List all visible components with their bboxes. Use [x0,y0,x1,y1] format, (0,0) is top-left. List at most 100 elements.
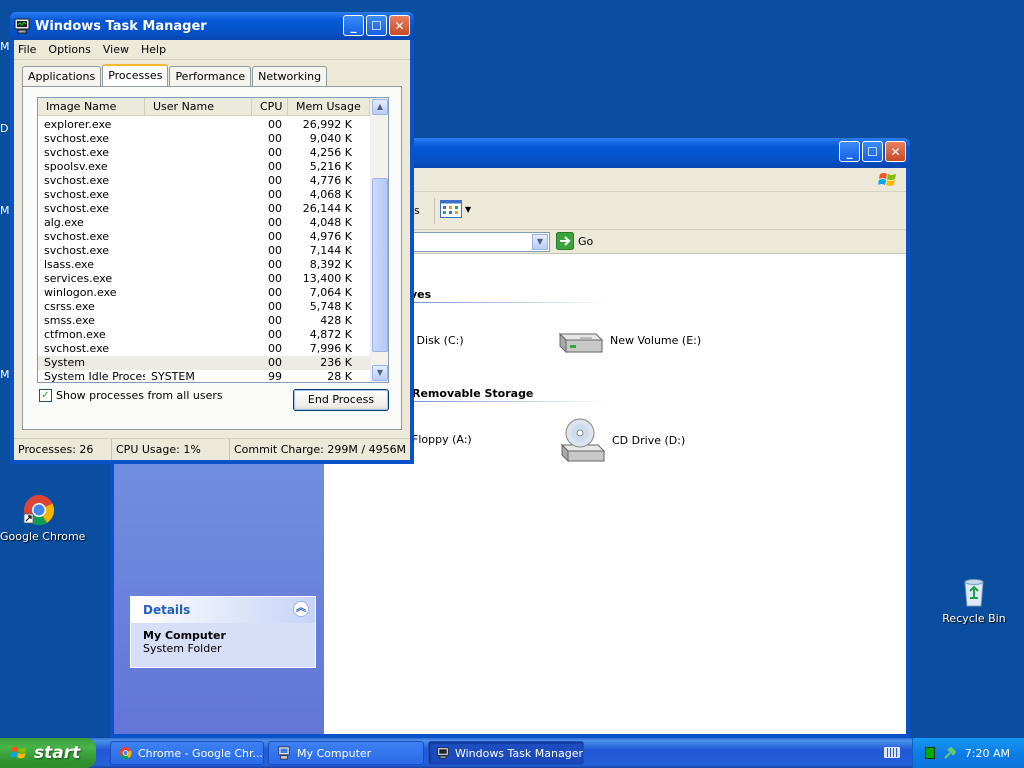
process-cpu: 00 [268,286,282,299]
taskbar-button-my-computer[interactable]: My Computer [268,741,424,765]
group-heading-removable: Removable Storage [412,387,534,400]
table-row[interactable]: winlogon.exe 00 7,064 K [38,286,370,300]
taskbar-button-chrome[interactable]: Chrome - Google Chr... [110,741,264,765]
table-row[interactable]: System Idle Process SYSTEM 99 28 K [38,370,370,383]
show-all-users-checkbox[interactable]: ✓ [39,389,52,402]
task-manager-icon [437,747,449,759]
taskbar-button-task-manager[interactable]: Windows Task Manager [428,741,584,765]
minimize-button[interactable]: _ [839,141,860,162]
process-user-name [145,146,252,160]
hard-drive-icon [558,332,604,354]
drive-a[interactable]: Floppy (A:) [412,433,472,446]
close-button[interactable]: ✕ [885,141,906,162]
process-cpu: 00 [268,300,282,313]
tab-networking[interactable]: Networking [252,66,328,86]
table-row[interactable]: spoolsv.exe 00 5,216 K [38,160,370,174]
process-user-name: SYSTEM [151,370,195,383]
details-header[interactable]: Details ︽ [131,597,315,623]
process-cpu: 00 [268,160,282,173]
table-row[interactable]: csrss.exe 00 5,748 K [38,300,370,314]
end-process-button[interactable]: End Process [293,389,389,411]
table-row[interactable]: svchost.exe 00 26,144 K [38,202,370,216]
table-row[interactable]: svchost.exe 00 4,256 K [38,146,370,160]
collapse-chevron-icon[interactable]: ︽ [293,601,309,617]
scroll-up-arrow-icon[interactable]: ▲ [372,99,388,115]
tab-processes[interactable]: Processes [102,64,169,86]
process-user-name [145,202,252,216]
column-header-mem-usage[interactable]: Mem Usage [288,98,370,116]
table-row[interactable]: svchost.exe 00 4,068 K [38,188,370,202]
my-computer-icon [278,746,290,760]
process-mem-usage: 26,144 K [302,202,352,215]
process-mem-usage: 428 K [320,314,352,327]
table-row[interactable]: System 00 236 K [38,356,370,370]
process-user-name [145,216,252,230]
table-row[interactable]: svchost.exe 00 9,040 K [38,132,370,146]
table-row[interactable]: smss.exe 00 428 K [38,314,370,328]
process-user-name [145,300,252,314]
status-processes: Processes: 26 [14,439,112,460]
drive-d-label: CD Drive (D:) [612,433,686,447]
dropdown-arrow-icon: ▼ [465,204,472,214]
taskbar-button-label: My Computer [297,746,372,760]
column-header-user-name[interactable]: User Name [145,98,252,116]
table-row[interactable]: lsass.exe 00 8,392 K [38,258,370,272]
close-button[interactable]: ✕ [389,15,410,36]
start-button[interactable]: start [0,738,96,768]
cpu-meter-icon[interactable] [924,747,935,759]
chrome-icon [23,495,55,526]
taskbar: start Chrome - Google Chr... My Computer… [0,738,1024,768]
menu-view[interactable]: View [103,43,129,56]
process-mem-usage: 7,064 K [309,286,352,299]
process-image-name: alg.exe [44,216,84,229]
drive-d[interactable]: CD Drive (D:) [558,417,685,463]
drive-e[interactable]: New Volume (E:) [556,326,701,354]
group-divider [410,401,610,402]
system-tray: 7:20 AM [912,738,1024,768]
toolbar-divider [434,198,435,224]
table-row[interactable]: services.exe 00 13,400 K [38,272,370,286]
column-header-cpu[interactable]: CPU [252,98,288,116]
desktop-icon-recycle-bin[interactable]: Recycle Bin [936,576,1012,625]
drive-c[interactable]: l Disk (C:) [410,334,464,347]
table-row[interactable]: svchost.exe 00 7,996 K [38,342,370,356]
table-row[interactable]: svchost.exe 00 4,776 K [38,174,370,188]
tab-applications[interactable]: Applications [22,66,102,86]
start-label: start [34,743,81,763]
table-row[interactable]: svchost.exe 00 7,144 K [38,244,370,258]
table-row[interactable]: svchost.exe 00 4,976 K [38,230,370,244]
column-header-image-name[interactable]: Image Name [38,98,145,116]
menu-options[interactable]: Options [48,43,90,56]
maximize-button[interactable]: ☐ [366,15,387,36]
safely-remove-hardware-icon[interactable] [943,746,957,760]
maximize-button[interactable]: ☐ [862,141,883,162]
group-divider [410,302,610,303]
keyboard-icon[interactable] [884,747,900,758]
windows-logo-icon [10,746,27,759]
table-row[interactable]: explorer.exe 00 26,992 K [38,118,370,132]
process-mem-usage: 4,872 K [309,328,352,341]
vertical-scrollbar[interactable]: ▲ ▼ [370,98,388,382]
show-all-users-option[interactable]: ✓ Show processes from all users [39,389,223,402]
go-arrow-icon [556,232,574,250]
table-row[interactable]: alg.exe 00 4,048 K [38,216,370,230]
tab-performance[interactable]: Performance [169,66,252,86]
menu-file[interactable]: File [18,43,36,56]
process-list[interactable]: Image Name User Name CPU Mem Usage explo… [37,97,389,383]
go-button[interactable]: Go [556,232,593,250]
window-title-bar[interactable]: Windows Task Manager _ ☐ ✕ [10,12,414,40]
desktop-icon-google-chrome[interactable]: Google Chrome [0,494,85,543]
details-panel: Details ︽ My Computer System Folder [130,596,316,668]
process-cpu: 00 [268,216,282,229]
scroll-thumb[interactable] [372,178,388,352]
views-button[interactable]: ▼ [440,200,471,218]
address-dropdown-button[interactable]: ▼ [532,234,548,250]
table-row[interactable]: ctfmon.exe 00 4,872 K [38,328,370,342]
task-manager-window[interactable]: Windows Task Manager _ ☐ ✕ File Options … [10,12,414,464]
menu-help[interactable]: Help [141,43,166,56]
scroll-down-arrow-icon[interactable]: ▼ [372,365,388,381]
minimize-button[interactable]: _ [343,15,364,36]
process-image-name: ctfmon.exe [44,328,106,341]
cd-drive-icon [560,418,606,463]
process-mem-usage: 28 K [327,370,352,383]
